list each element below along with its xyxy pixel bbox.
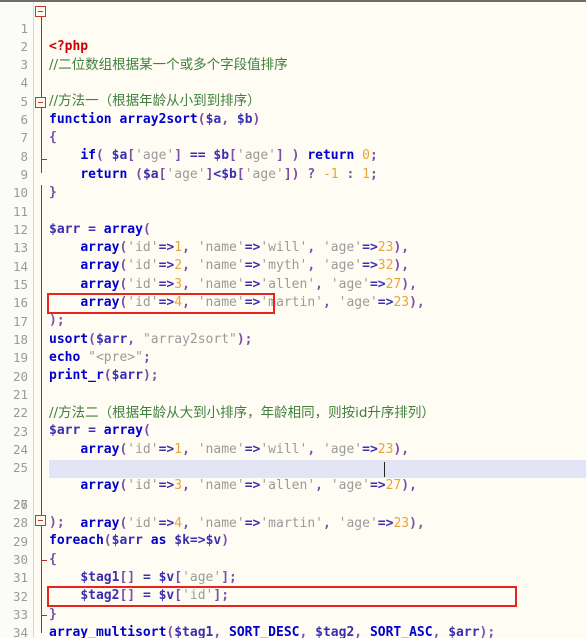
- code-line[interactable]: 9 }: [0, 148, 586, 200]
- code-line[interactable]: 35 print_r($arr);: [0, 624, 586, 638]
- current-line-highlight: [49, 460, 586, 479]
- code-line[interactable]: 14 array('id'=>3, 'name'=>'allen', 'age'…: [0, 240, 586, 292]
- code-line[interactable]: 20: [0, 350, 586, 384]
- code-line[interactable]: 24 array('id'=>2, 'name'=>'myth', 'age'=…: [0, 423, 586, 475]
- code-line[interactable]: 1 <?php: [0, 2, 586, 54]
- code-lines[interactable]: 1 <?php 2 //二位数组根据某一个或多个字段值排序 3 4 //方法一（…: [0, 2, 586, 638]
- code-line[interactable]: 3: [0, 38, 586, 72]
- code-line-current[interactable]: 26 array('id'=>4, 'name'=>'martin', 'age…: [0, 460, 586, 531]
- code-line[interactable]: 12 array('id'=>1, 'name'=>'will', 'age'=…: [0, 203, 586, 255]
- code-line[interactable]: 29 {: [0, 515, 586, 567]
- code-line[interactable]: 18 echo "<pre>";: [0, 313, 586, 365]
- code-line[interactable]: 25 array('id'=>3, 'name'=>'allen', 'age'…: [0, 441, 586, 493]
- code-line[interactable]: 4 //方法一（根据年龄从小到到排序）: [0, 56, 586, 109]
- code-line[interactable]: 8 return ($a['age']<$b['age']) ? -1 : 1;: [0, 130, 586, 182]
- code-line[interactable]: 6 {: [0, 93, 586, 145]
- code-line[interactable]: 7 if( $a['age'] == $b['age'] ) return 0;: [0, 111, 586, 163]
- code-line[interactable]: 28 foreach($arr as $k=>$v): [0, 496, 586, 548]
- code-line[interactable]: 17 usort($arr, "array2sort");: [0, 295, 586, 347]
- code-line[interactable]: 15 array('id'=>4, 'name'=>'martin', 'age…: [0, 258, 586, 310]
- code-line[interactable]: 30 $tag1[] = $v['age'];: [0, 533, 586, 585]
- code-line[interactable]: 21 //方法二（根据年龄从大到小排序，年龄相同，则按id升序排列）: [0, 368, 586, 421]
- code-line[interactable]: 2 //二位数组根据某一个或多个字段值排序: [0, 20, 586, 73]
- code-line[interactable]: 32 }: [0, 570, 586, 622]
- code-line[interactable]: 27 );: [0, 478, 586, 530]
- code-line[interactable]: 11 $arr = array(: [0, 185, 586, 237]
- code-line[interactable]: 5 function array2sort($a, $b): [0, 75, 586, 127]
- code-line[interactable]: 16 );: [0, 276, 586, 328]
- code-line[interactable]: 10: [0, 166, 586, 200]
- code-line[interactable]: 13 array('id'=>2, 'name'=>'myth', 'age'=…: [0, 221, 586, 273]
- code-editor[interactable]: 1 <?php 2 //二位数组根据某一个或多个字段值排序 3 4 //方法一（…: [0, 0, 586, 638]
- code-line[interactable]: 23 array('id'=>1, 'name'=>'will', 'age'=…: [0, 405, 586, 457]
- code-line[interactable]: 33 array_multisort($tag1, SORT_DESC, $ta…: [0, 588, 586, 638]
- code-line[interactable]: 31 $tag2[] = $v['id'];: [0, 551, 586, 603]
- code-line[interactable]: 34 echo "<pre>";: [0, 606, 586, 638]
- text-cursor: [384, 462, 385, 477]
- code-line[interactable]: 22 $arr = array(: [0, 386, 586, 438]
- code-line[interactable]: 19 print_r($arr);: [0, 331, 586, 383]
